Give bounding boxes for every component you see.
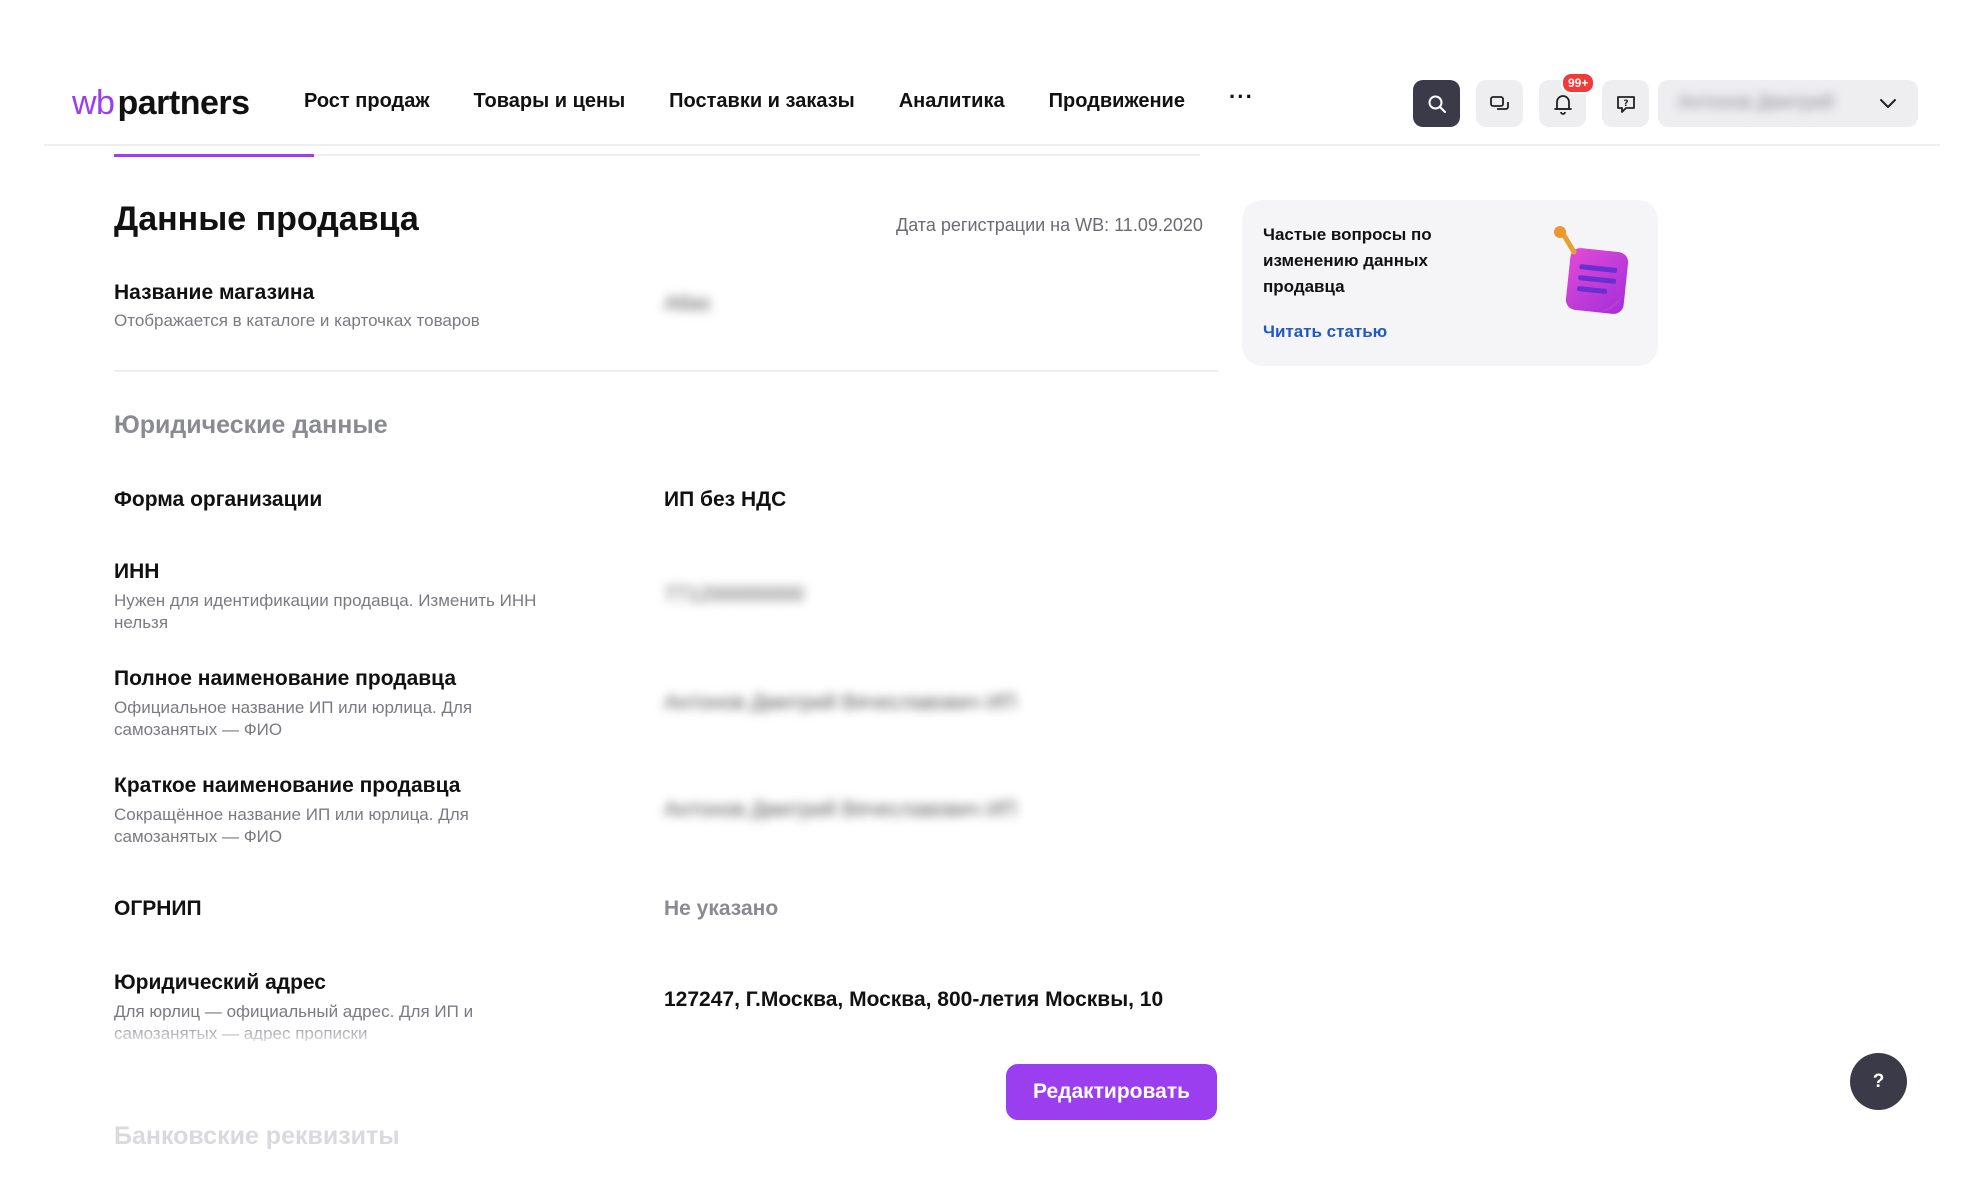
short-name-label: Краткое наименование продавца (114, 774, 461, 797)
divider (114, 370, 1218, 372)
faq-text: Частые вопросы по изменению данных прода… (1263, 225, 1432, 296)
user-name: Антонов Дмитрий (1678, 92, 1834, 113)
full-name-hint: Официальное название ИП или юрлица. Для … (114, 698, 473, 739)
org-form-label: Форма организации (114, 488, 323, 511)
inn-label: ИНН (114, 560, 160, 583)
faq-card: Частые вопросы по изменению данных прода… (1242, 200, 1658, 366)
ogrnip-label: ОГРНИП (114, 897, 202, 920)
org-form-value: ИП без НДС (664, 488, 787, 511)
main-nav: Рост продаж Товары и цены Поставки и зак… (304, 84, 1254, 113)
nav-analytics[interactable]: Аналитика (899, 90, 1005, 113)
scroll-fade (100, 1020, 1240, 1050)
help-button[interactable]: ? (1850, 1053, 1907, 1110)
address-value: 127247, Г.Москва, Москва, 800-летия Моск… (664, 988, 1164, 1011)
registration-date: Дата регистрации на WB: 11.09.2020 (896, 215, 1203, 235)
short-name-hint: Сокращённое название ИП или юрлица. Для … (114, 805, 469, 846)
top-header: wb partners Рост продаж Товары и цены По… (44, 66, 1940, 146)
nav-more-icon[interactable]: ··· (1229, 84, 1254, 113)
feedback-button[interactable]: ? (1602, 80, 1649, 127)
inn-value: 771200000000 (664, 583, 805, 606)
question-chat-icon: ? (1616, 95, 1635, 113)
legal-section-title: Юридические данные (114, 411, 388, 439)
nav-products-prices[interactable]: Товары и цены (474, 90, 626, 113)
full-name-label: Полное наименование продавца (114, 667, 457, 690)
pinned-note-icon (1554, 226, 1629, 314)
chat-icon (1489, 95, 1509, 110)
page-title: Данные продавца (114, 200, 419, 238)
search-icon (1428, 95, 1446, 113)
store-name-label: Название магазина (114, 281, 315, 304)
chevron-down-icon (1880, 99, 1896, 108)
tab-active-indicator (114, 154, 314, 157)
full-name-value: Антонов Дмитрий Вячеславович ИП (664, 691, 1017, 714)
nav-supplies-orders[interactable]: Поставки и заказы (669, 90, 855, 113)
store-name-hint: Отображается в каталоге и карточках това… (114, 311, 480, 330)
search-button[interactable] (1413, 80, 1460, 127)
user-account-select[interactable]: Антонов Дмитрий (1658, 80, 1918, 127)
logo-wb: wb (72, 84, 115, 122)
store-name-value: Atlas (664, 292, 711, 315)
short-name-value: Антонов Дмитрий Вячеславович ИП (664, 798, 1017, 821)
svg-text:?: ? (1623, 99, 1628, 109)
logo-partners: partners (117, 84, 250, 122)
read-article-link[interactable]: Читать статью (1263, 322, 1387, 342)
nav-promotion[interactable]: Продвижение (1049, 90, 1185, 113)
logo[interactable]: wb partners (72, 84, 250, 128)
edit-button[interactable]: Редактировать (1006, 1064, 1217, 1120)
notifications-button[interactable]: 99+ (1539, 72, 1596, 127)
chat-button[interactable] (1476, 80, 1523, 127)
nav-sales-growth[interactable]: Рост продаж (304, 90, 430, 113)
notifications-badge: 99+ (1561, 72, 1596, 94)
bell-icon (1553, 94, 1572, 115)
ogrnip-value: Не указано (664, 897, 779, 920)
bank-section-title: Банковские реквизиты (114, 1122, 400, 1150)
address-label: Юридический адрес (114, 971, 326, 994)
inn-hint: Нужен для идентификации продавца. Измени… (114, 591, 537, 632)
